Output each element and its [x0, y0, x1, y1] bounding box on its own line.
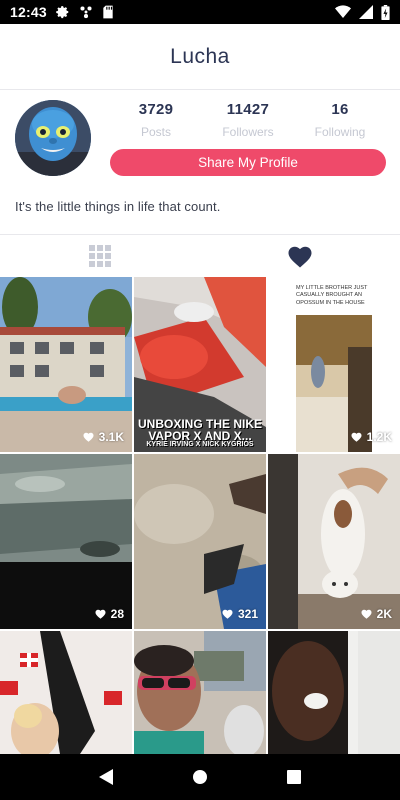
grid-item[interactable]: 2K [268, 454, 400, 629]
stat-label: Posts [140, 125, 171, 139]
like-count-text: 2K [376, 607, 392, 621]
recents-icon[interactable] [286, 770, 301, 784]
profile-section: 3729 Posts 11427 Followers 16 Following … [0, 91, 400, 234]
avatar[interactable] [15, 100, 91, 176]
video-caption: MY LITTLE BROTHER JUST CASUALLY BROUGHT … [296, 285, 368, 306]
heart-icon [222, 609, 233, 619]
video-subtitle: KYRIE IRVING X NICK KYGRIOS [146, 441, 254, 448]
content-tabs [0, 234, 400, 277]
like-count-text: 1.2K [366, 430, 392, 444]
video-grid: 3.1K UNBOXING THE NIKE VAPOR X AND X... … [0, 277, 400, 754]
battery-charging-icon [381, 4, 390, 20]
heart-icon [351, 432, 362, 442]
thumbnail-pool [0, 277, 132, 452]
grid-item[interactable] [0, 631, 132, 754]
grid-item[interactable] [134, 631, 266, 754]
thumbnail-room [0, 631, 132, 754]
grid-item[interactable]: 3.1K [0, 277, 132, 452]
heart-icon [361, 609, 372, 619]
stat-value: 3729 [138, 101, 174, 118]
thumbnail-water [0, 454, 132, 629]
like-count-text: 3.1K [98, 430, 124, 444]
gear-icon [56, 5, 70, 19]
heart-icon [287, 245, 313, 268]
stat-label: Following [314, 125, 366, 139]
like-count: 321 [222, 607, 258, 621]
like-count: 3.1K [83, 430, 124, 444]
grid-item[interactable]: UNBOXING THE NIKE VAPOR X AND X... KYRIE… [134, 277, 266, 452]
stat-value: 11427 [226, 101, 270, 118]
grid-item[interactable] [268, 631, 400, 754]
grid-icon [89, 245, 111, 267]
like-count-text: 28 [110, 607, 124, 621]
fan-icon [79, 5, 93, 19]
stat-label: Followers [222, 125, 274, 139]
grid-item[interactable]: 321 [134, 454, 266, 629]
stats-row: 3729 Posts 11427 Followers 16 Following [110, 101, 386, 139]
sd-card-icon [102, 5, 114, 19]
thumbnail-woman-sunglasses [134, 631, 266, 754]
thumbnail-man [268, 631, 400, 754]
stat-value: 16 [331, 101, 349, 118]
like-count-text: 321 [237, 607, 258, 621]
wifi-icon [335, 5, 351, 19]
grid-item[interactable]: 28 [0, 454, 132, 629]
like-count: 2K [361, 607, 392, 621]
share-profile-button[interactable]: Share My Profile [110, 149, 386, 176]
thumbnail-sand [134, 454, 266, 629]
tab-liked[interactable] [200, 235, 400, 277]
status-bar: 12:43 [0, 0, 400, 24]
thumbnail-cat [268, 454, 400, 629]
signal-icon [359, 5, 373, 19]
page-title: Lucha [170, 44, 230, 68]
stat-following[interactable]: 16 Following [294, 101, 386, 139]
profile-bio: It's the little things in life that coun… [15, 199, 221, 214]
like-count: 1.2K [351, 430, 392, 444]
heart-icon [83, 432, 94, 442]
grid-item[interactable]: MY LITTLE BROTHER JUST CASUALLY BROUGHT … [268, 277, 400, 452]
app-header: Lucha [0, 24, 400, 90]
home-icon[interactable] [192, 769, 208, 785]
system-nav-bar [0, 754, 400, 800]
stat-posts[interactable]: 3729 Posts [110, 101, 202, 139]
heart-icon [95, 609, 106, 619]
stat-followers[interactable]: 11427 Followers [202, 101, 294, 139]
status-time: 12:43 [10, 4, 47, 20]
screen: 12:43 Lucha 3729 Posts 11427 Followers 1… [0, 0, 400, 800]
back-icon[interactable] [99, 769, 114, 785]
like-count: 28 [95, 607, 124, 621]
tab-grid[interactable] [0, 235, 200, 277]
